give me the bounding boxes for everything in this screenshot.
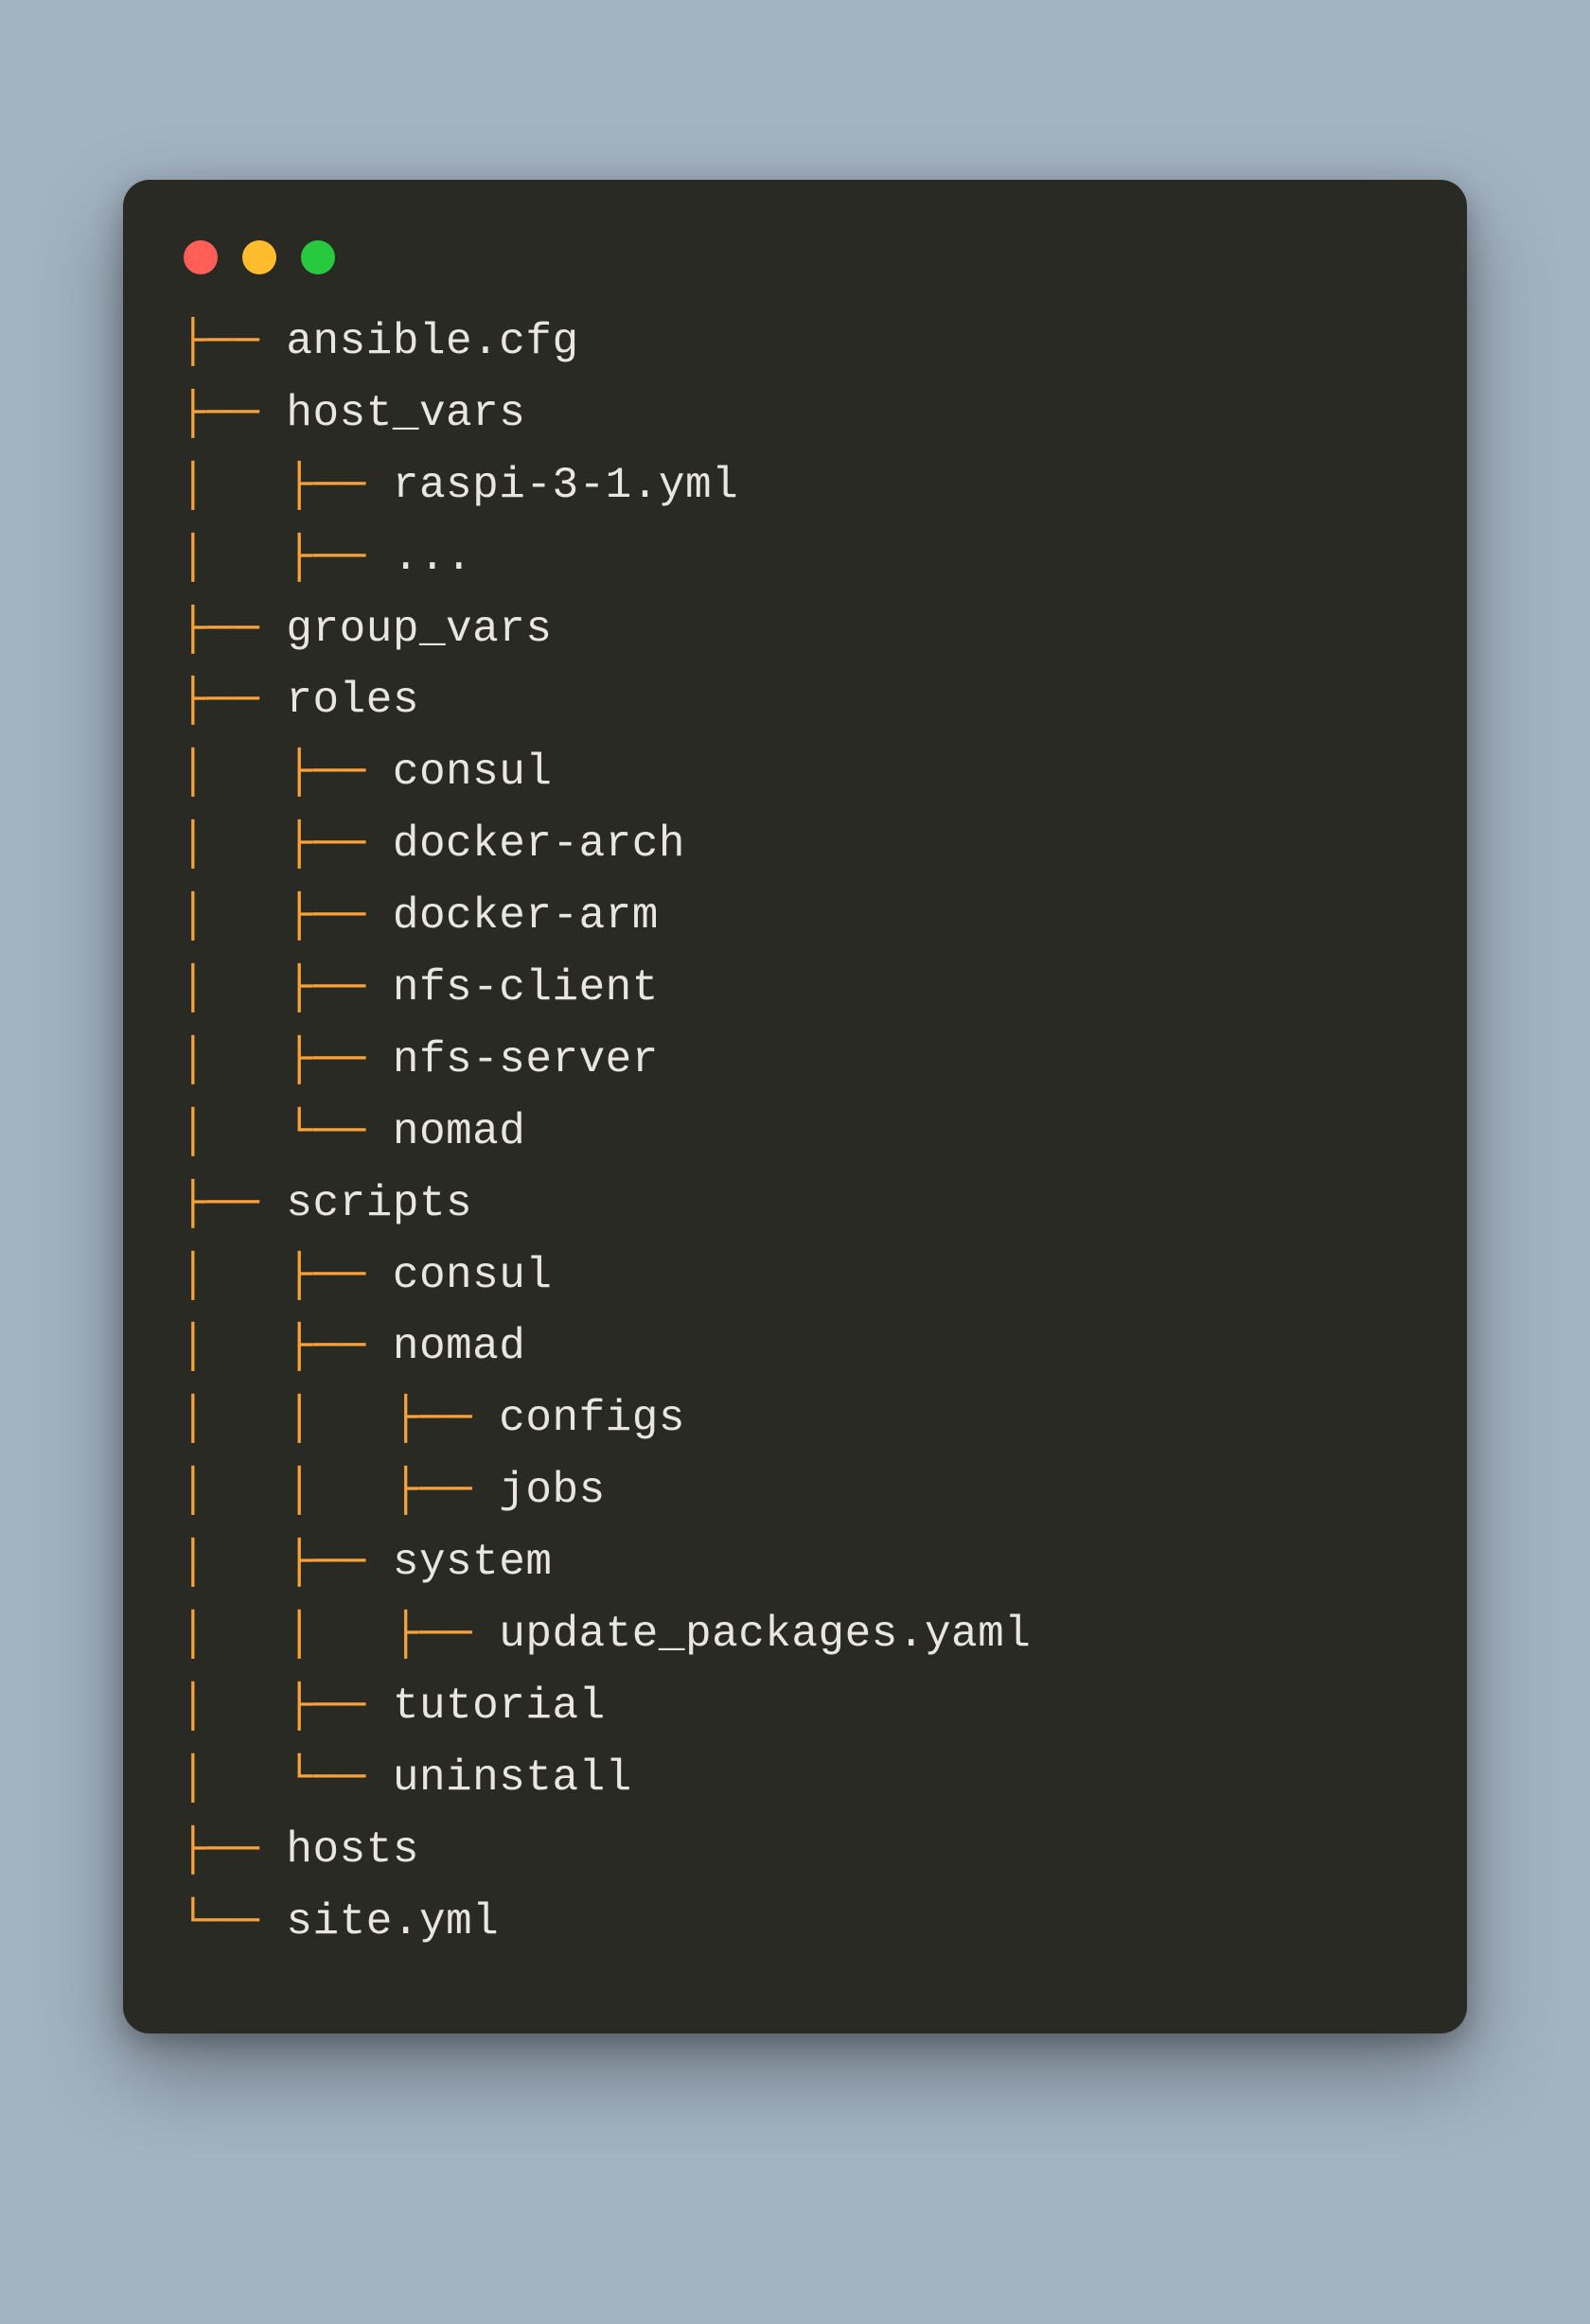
tree-line: ├── group_vars [180, 594, 1410, 666]
tree-line: │ ├── system [180, 1527, 1410, 1599]
tree-branch: │ ├── [180, 1035, 393, 1084]
tree-line: │ ├── consul [180, 737, 1410, 809]
tree-line: ├── ansible.cfg [180, 307, 1410, 379]
tree-line: │ ├── docker-arch [180, 809, 1410, 881]
tree-entry-name: consul [393, 748, 553, 797]
tree-line: │ └── uninstall [180, 1743, 1410, 1815]
tree-entry-name: uninstall [393, 1753, 632, 1803]
tree-branch: ├── [180, 1825, 286, 1875]
tree-line: │ ├── consul [180, 1241, 1410, 1312]
window-controls [180, 223, 1410, 307]
tree-line: ├── scripts [180, 1169, 1410, 1241]
tree-line: │ │ ├── configs [180, 1383, 1410, 1455]
tree-branch: │ └── [180, 1107, 393, 1156]
zoom-icon[interactable] [301, 240, 335, 274]
tree-entry-name: ansible.cfg [286, 317, 578, 366]
tree-entry-name: scripts [286, 1179, 472, 1228]
tree-entry-name: docker-arch [393, 819, 685, 869]
tree-branch: ├── [180, 389, 286, 438]
tree-line: │ │ ├── jobs [180, 1455, 1410, 1527]
tree-line: │ └── nomad [180, 1097, 1410, 1169]
tree-line: └── site.yml [180, 1887, 1410, 1959]
tree-entry-name: jobs [499, 1466, 605, 1515]
tree-entry-name: group_vars [286, 605, 552, 654]
tree-entry-name: docker-arm [393, 891, 659, 941]
tree-branch: └── [180, 1897, 286, 1946]
tree-branch: │ │ ├── [180, 1610, 499, 1659]
tree-entry-name: consul [393, 1251, 553, 1300]
tree-branch: ├── [180, 1179, 286, 1228]
tree-line: │ ├── nomad [180, 1312, 1410, 1383]
tree-line: │ ├── tutorial [180, 1671, 1410, 1743]
terminal-window: ├── ansible.cfg├── host_vars│ ├── raspi-… [123, 180, 1467, 2034]
tree-line: │ ├── nfs-client [180, 953, 1410, 1025]
tree-line: │ ├── docker-arm [180, 881, 1410, 953]
tree-branch: ├── [180, 676, 286, 725]
tree-branch: ├── [180, 605, 286, 654]
tree-entry-name: host_vars [286, 389, 525, 438]
tree-branch: │ └── [180, 1753, 393, 1803]
tree-entry-name: nomad [393, 1322, 526, 1371]
tree-line: ├── roles [180, 665, 1410, 737]
tree-branch: │ │ ├── [180, 1394, 499, 1443]
tree-line: │ │ ├── update_packages.yaml [180, 1599, 1410, 1671]
tree-entry-name: roles [286, 676, 419, 725]
directory-tree: ├── ansible.cfg├── host_vars│ ├── raspi-… [180, 307, 1410, 1958]
tree-branch: │ ├── [180, 963, 393, 1012]
tree-line: │ ├── raspi-3-1.yml [180, 450, 1410, 522]
tree-branch: │ ├── [180, 891, 393, 941]
tree-entry-name: nomad [393, 1107, 526, 1156]
tree-branch: │ ├── [180, 1322, 393, 1371]
tree-entry-name: configs [499, 1394, 685, 1443]
tree-entry-name: tutorial [393, 1681, 606, 1731]
tree-line: ├── host_vars [180, 379, 1410, 450]
tree-branch: ├── [180, 317, 286, 366]
tree-entry-name: nfs-client [393, 963, 659, 1012]
tree-line: │ ├── ... [180, 522, 1410, 594]
tree-entry-name: nfs-server [393, 1035, 659, 1084]
tree-branch: │ ├── [180, 1538, 393, 1587]
tree-entry-name: update_packages.yaml [499, 1610, 1031, 1659]
tree-branch: │ ├── [180, 819, 393, 869]
tree-branch: │ │ ├── [180, 1466, 499, 1515]
tree-branch: │ ├── [180, 461, 393, 510]
minimize-icon[interactable] [242, 240, 276, 274]
tree-line: │ ├── nfs-server [180, 1025, 1410, 1097]
tree-entry-name: ... [393, 533, 472, 582]
tree-branch: │ ├── [180, 1251, 393, 1300]
tree-branch: │ ├── [180, 748, 393, 797]
tree-line: ├── hosts [180, 1815, 1410, 1887]
tree-entry-name: raspi-3-1.yml [393, 461, 738, 510]
tree-entry-name: system [393, 1538, 553, 1587]
close-icon[interactable] [184, 240, 218, 274]
tree-branch: │ ├── [180, 533, 393, 582]
tree-entry-name: hosts [286, 1825, 419, 1875]
tree-branch: │ ├── [180, 1681, 393, 1731]
tree-entry-name: site.yml [286, 1897, 499, 1946]
page-background: ├── ansible.cfg├── host_vars│ ├── raspi-… [0, 0, 1590, 2324]
